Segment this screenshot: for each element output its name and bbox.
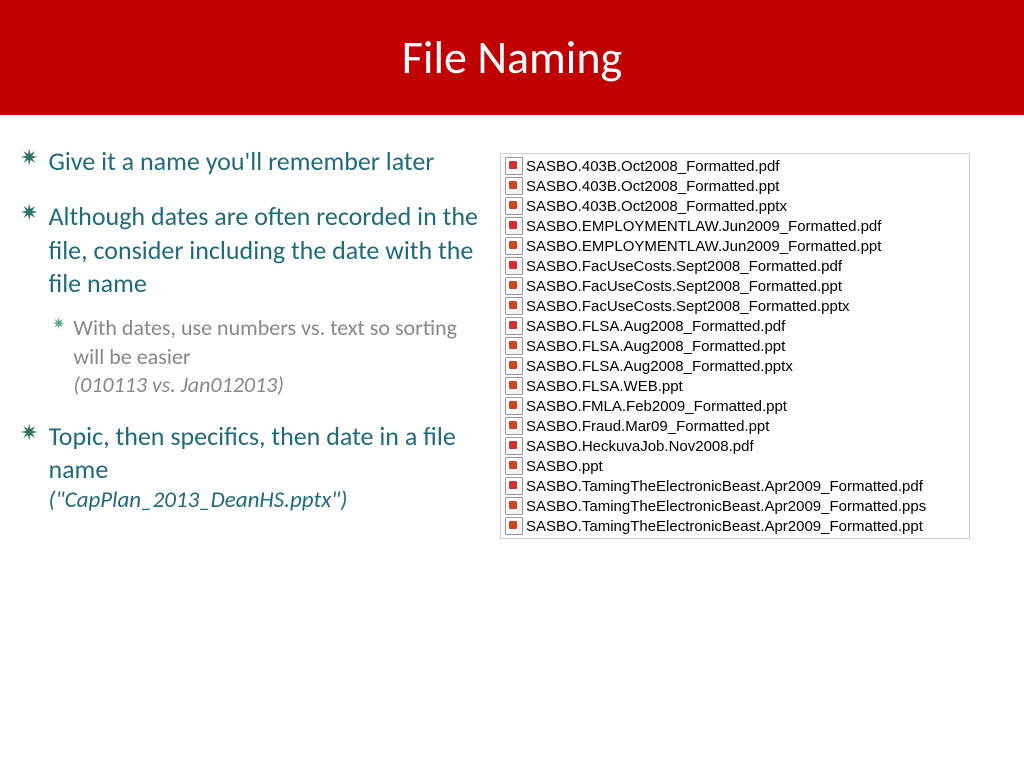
- pptx-file-icon: [505, 197, 523, 215]
- file-row[interactable]: SASBO.403B.Oct2008_Formatted.ppt: [505, 176, 965, 196]
- file-list-column: SASBO.403B.Oct2008_Formatted.pdf SASBO.40…: [500, 145, 970, 539]
- star-icon: ✷: [20, 145, 38, 178]
- file-name: SASBO.TamingTheElectronicBeast.Apr2009_F…: [526, 478, 923, 495]
- file-name: SASBO.Fraud.Mar09_Formatted.ppt: [526, 418, 769, 435]
- ppt-file-icon: [505, 277, 523, 295]
- star-icon: ✷: [52, 314, 65, 400]
- sub-text-main: With dates, use numbers vs. text so sort…: [73, 314, 457, 370]
- pdf-file-icon: [505, 157, 523, 175]
- file-row[interactable]: SASBO.Fraud.Mar09_Formatted.ppt: [505, 416, 965, 436]
- ppt-file-icon: [505, 237, 523, 255]
- pps-file-icon: [505, 497, 523, 515]
- file-row[interactable]: SASBO.EMPLOYMENTLAW.Jun2009_Formatted.pp…: [505, 236, 965, 256]
- slide-body: ✷ Give it a name you'll remember later ✷…: [0, 115, 1024, 559]
- file-name: SASBO.FLSA.WEB.ppt: [526, 378, 683, 395]
- bullet-example: ("CapPlan_2013_DeanHS.pptx"): [48, 486, 480, 516]
- bullet-text-wrapper: Topic, then specifics, then date in a fi…: [48, 420, 480, 516]
- pptx-file-icon: [505, 357, 523, 375]
- pdf-file-icon: [505, 257, 523, 275]
- file-row[interactable]: SASBO.FLSA.Aug2008_Formatted.pdf: [505, 316, 965, 336]
- file-name: SASBO.FacUseCosts.Sept2008_Formatted.ppt: [526, 278, 842, 295]
- file-list-panel: SASBO.403B.Oct2008_Formatted.pdf SASBO.40…: [500, 153, 970, 539]
- star-icon: ✷: [20, 200, 38, 300]
- pdf-file-icon: [505, 437, 523, 455]
- file-row[interactable]: SASBO.403B.Oct2008_Formatted.pdf: [505, 156, 965, 176]
- file-name: SASBO.HeckuvaJob.Nov2008.pdf: [526, 438, 754, 455]
- file-name: SASBO.TamingTheElectronicBeast.Apr2009_F…: [526, 518, 923, 535]
- file-name: SASBO.FLSA.Aug2008_Formatted.pdf: [526, 318, 785, 335]
- slide-title: File Naming: [402, 30, 622, 86]
- file-row[interactable]: SASBO.403B.Oct2008_Formatted.pptx: [505, 196, 965, 216]
- sub-bullet-item: ✷ With dates, use numbers vs. text so so…: [52, 314, 480, 400]
- ppt-file-icon: [505, 417, 523, 435]
- file-name: SASBO.FacUseCosts.Sept2008_Formatted.pdf: [526, 258, 842, 275]
- file-name: SASBO.TamingTheElectronicBeast.Apr2009_F…: [526, 498, 926, 515]
- file-name: SASBO.ppt: [526, 458, 603, 475]
- file-name: SASBO.EMPLOYMENTLAW.Jun2009_Formatted.pd…: [526, 218, 881, 235]
- star-icon: ✷: [20, 420, 38, 516]
- file-row[interactable]: SASBO.FacUseCosts.Sept2008_Formatted.ppt…: [505, 296, 965, 316]
- file-row[interactable]: SASBO.EMPLOYMENTLAW.Jun2009_Formatted.pd…: [505, 216, 965, 236]
- file-row[interactable]: SASBO.FMLA.Feb2009_Formatted.ppt: [505, 396, 965, 416]
- bullet-text: Topic, then specifics, then date in a fi…: [48, 420, 480, 487]
- file-row[interactable]: SASBO.TamingTheElectronicBeast.Apr2009_F…: [505, 476, 965, 496]
- file-row[interactable]: SASBO.FacUseCosts.Sept2008_Formatted.ppt: [505, 276, 965, 296]
- pptx-file-icon: [505, 297, 523, 315]
- sub-bullet-text: With dates, use numbers vs. text so sort…: [73, 314, 480, 400]
- pdf-file-icon: [505, 217, 523, 235]
- file-name: SASBO.FLSA.Aug2008_Formatted.pptx: [526, 358, 793, 375]
- pdf-file-icon: [505, 477, 523, 495]
- ppt-file-icon: [505, 397, 523, 415]
- bullet-item: ✷ Although dates are often recorded in t…: [20, 200, 480, 300]
- sub-text-example: (010113 vs. Jan012013): [73, 371, 284, 398]
- file-row[interactable]: SASBO.FLSA.Aug2008_Formatted.ppt: [505, 336, 965, 356]
- bullet-text: Give it a name you'll remember later: [48, 145, 434, 178]
- file-row[interactable]: SASBO.TamingTheElectronicBeast.Apr2009_F…: [505, 516, 965, 536]
- pdf-file-icon: [505, 317, 523, 335]
- ppt-file-icon: [505, 377, 523, 395]
- bullet-item: ✷ Topic, then specifics, then date in a …: [20, 420, 480, 516]
- slide-header: File Naming: [0, 0, 1024, 115]
- file-row[interactable]: SASBO.TamingTheElectronicBeast.Apr2009_F…: [505, 496, 965, 516]
- file-name: SASBO.403B.Oct2008_Formatted.pptx: [526, 198, 787, 215]
- ppt-file-icon: [505, 337, 523, 355]
- bullet-text: Although dates are often recorded in the…: [48, 200, 480, 300]
- file-name: SASBO.FacUseCosts.Sept2008_Formatted.ppt…: [526, 298, 850, 315]
- file-row[interactable]: SASBO.FLSA.WEB.ppt: [505, 376, 965, 396]
- file-name: SASBO.EMPLOYMENTLAW.Jun2009_Formatted.pp…: [526, 238, 881, 255]
- bullets-column: ✷ Give it a name you'll remember later ✷…: [20, 145, 500, 539]
- file-name: SASBO.FLSA.Aug2008_Formatted.ppt: [526, 338, 785, 355]
- file-row[interactable]: SASBO.HeckuvaJob.Nov2008.pdf: [505, 436, 965, 456]
- file-row[interactable]: SASBO.FLSA.Aug2008_Formatted.pptx: [505, 356, 965, 376]
- file-name: SASBO.403B.Oct2008_Formatted.ppt: [526, 178, 779, 195]
- bullet-item: ✷ Give it a name you'll remember later: [20, 145, 480, 178]
- file-row[interactable]: SASBO.FacUseCosts.Sept2008_Formatted.pdf: [505, 256, 965, 276]
- ppt-file-icon: [505, 517, 523, 535]
- file-name: SASBO.403B.Oct2008_Formatted.pdf: [526, 158, 779, 175]
- ppt-file-icon: [505, 177, 523, 195]
- ppt-file-icon: [505, 457, 523, 475]
- file-row[interactable]: SASBO.ppt: [505, 456, 965, 476]
- file-name: SASBO.FMLA.Feb2009_Formatted.ppt: [526, 398, 787, 415]
